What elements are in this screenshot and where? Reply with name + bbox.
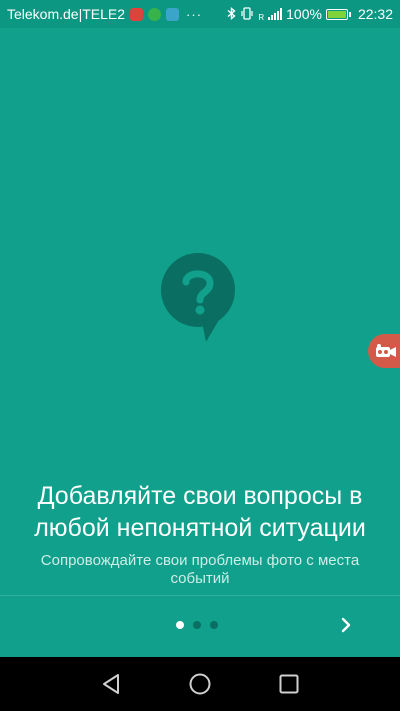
vibrate-icon xyxy=(240,6,254,22)
carrier-label: Telekom.de|TELE2 xyxy=(7,6,126,22)
circle-home-icon xyxy=(189,673,211,695)
chevron-right-icon xyxy=(341,617,351,633)
signal-icon xyxy=(268,8,283,20)
onboarding-subtitle: Сопровождайте свои проблемы фото с места… xyxy=(40,552,360,587)
page-indicator xyxy=(176,621,218,629)
camera-notification-icon xyxy=(130,7,144,21)
more-notifications-icon: ··· xyxy=(186,6,203,22)
home-button[interactable] xyxy=(187,671,213,697)
app-notification-icon xyxy=(148,7,162,21)
square-recent-icon xyxy=(279,674,299,694)
page-dot-active xyxy=(176,621,184,629)
status-bar: Telekom.de|TELE2 ··· R 100% 22:32 xyxy=(0,0,400,28)
screen-recorder-icon xyxy=(376,344,396,357)
battery-fill xyxy=(327,10,346,18)
screen-recorder-button[interactable] xyxy=(368,334,400,368)
page-dot xyxy=(193,621,201,629)
page-dot xyxy=(210,621,218,629)
divider xyxy=(0,595,400,596)
battery-icon xyxy=(325,8,351,20)
navigation-bar xyxy=(0,657,400,711)
next-button[interactable] xyxy=(332,611,360,639)
status-right: R 100% 22:32 xyxy=(227,6,393,22)
onboarding-title: Добавляйте свои вопросы в любой непонятн… xyxy=(34,482,366,542)
image-notification-icon xyxy=(166,7,180,21)
recent-apps-button[interactable] xyxy=(276,671,302,697)
status-left: Telekom.de|TELE2 ··· xyxy=(7,6,227,22)
bluetooth-icon xyxy=(227,6,236,22)
onboarding-screen: Telekom.de|TELE2 ··· R 100% 22:32 Добавл… xyxy=(0,0,400,711)
clock: 22:32 xyxy=(357,6,393,22)
network-type-icon: R xyxy=(258,13,265,22)
back-button[interactable] xyxy=(99,671,125,697)
triangle-back-icon xyxy=(103,674,119,694)
battery-percent: 100% xyxy=(286,6,322,22)
question-bubble-icon xyxy=(158,252,238,344)
